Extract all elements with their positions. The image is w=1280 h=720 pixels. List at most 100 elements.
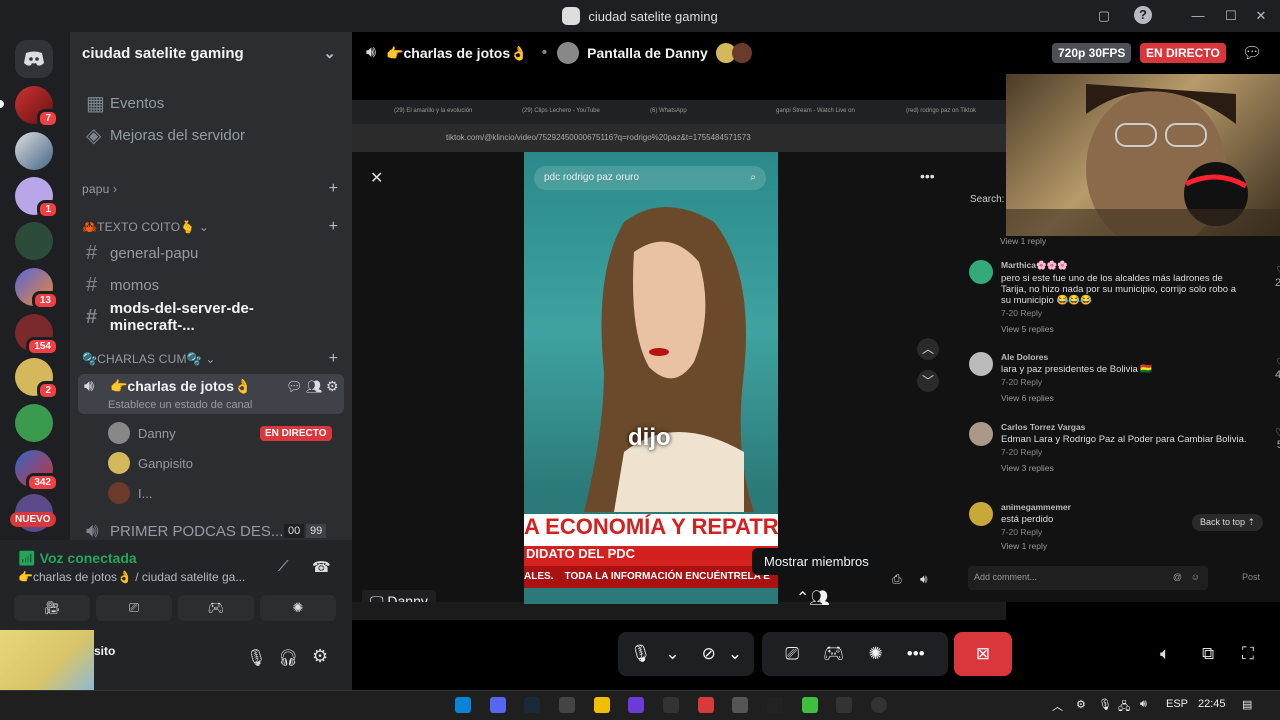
disconnect-icon[interactable]: ☎ — [312, 558, 331, 576]
obs-icon[interactable] — [871, 697, 887, 713]
chevron-up-icon[interactable]: ︿ — [917, 338, 939, 360]
guild-icon[interactable]: 154 — [15, 314, 59, 356]
stop-stream-button[interactable]: ⊠ — [954, 632, 1012, 676]
add-channel-icon[interactable]: + — [329, 350, 338, 368]
post-button[interactable]: Post — [1242, 572, 1260, 582]
settings-icon[interactable]: ⚙ — [326, 378, 339, 395]
voice-user[interactable]: I... — [108, 482, 152, 504]
add-channel-icon[interactable]: + — [329, 218, 338, 236]
screen-share-button[interactable]: ⎚ — [96, 595, 172, 621]
category-papu[interactable]: papu › — [82, 182, 117, 196]
voice-user[interactable]: Danny — [108, 422, 176, 444]
app-icon[interactable] — [767, 697, 783, 713]
active-voice-channel[interactable]: 🔊︎ 👉charlas de jotos👌 Establece un estad… — [78, 374, 344, 414]
comment-author[interactable]: Marthica🌸🌸🌸 — [1001, 260, 1247, 271]
microphone-icon[interactable]: 🎙︎ — [246, 648, 266, 668]
browser-tab[interactable]: (red) rodrigo paz on Tiktok — [906, 108, 976, 114]
inbox-icon[interactable]: ▢ — [1094, 6, 1114, 26]
browser-tab[interactable]: (6) WhatsApp — [650, 108, 687, 114]
channel-general-papu[interactable]: # general-papu — [78, 238, 344, 268]
reply-link[interactable]: Reply — [1020, 308, 1042, 318]
minimize-icon[interactable]: — — [1188, 6, 1208, 26]
guild-icon[interactable] — [15, 222, 53, 260]
tiktok-video[interactable]: pdc rodrigo paz oruro ⌕ dijo A ECONOMÍA Y… — [524, 152, 778, 604]
popout-icon[interactable]: ⧉ — [1202, 644, 1214, 664]
webcam-overlay[interactable] — [1006, 74, 1280, 236]
soundboard-button[interactable]: ✺ — [260, 595, 336, 621]
network-icon[interactable]: 🖧︎ — [1118, 698, 1130, 717]
app-icon[interactable] — [802, 697, 818, 713]
category-charlas[interactable]: 🫧CHARLAS CUM🫧 ⌄ — [82, 352, 216, 366]
events-row[interactable]: ▦ Eventos — [78, 88, 344, 118]
user-settings-icon[interactable]: ⚙ — [312, 646, 328, 667]
discord-home-button[interactable] — [15, 40, 53, 78]
app-icon[interactable] — [663, 697, 679, 713]
mic-control[interactable]: 🎙︎ ⌄ ⊘ ⌄ — [618, 632, 754, 676]
chat-icon[interactable]: 💬︎ — [286, 379, 303, 395]
volume-icon[interactable]: 🔈︎ — [1160, 644, 1170, 664]
guild-icon[interactable]: 342 — [15, 450, 59, 492]
help-icon[interactable]: ? — [1134, 6, 1152, 24]
chat-icon[interactable]: 💬︎ — [1242, 43, 1262, 63]
chevron-down-icon[interactable]: ⌄ — [665, 644, 679, 664]
like-button[interactable]: ♡46 — [1275, 356, 1280, 381]
view-replies-link[interactable]: View 1 reply — [1000, 236, 1046, 246]
guild-icon[interactable]: 13 — [15, 268, 59, 310]
app-icon[interactable] — [836, 697, 852, 713]
comment-author[interactable]: animegammemer — [1001, 502, 1247, 512]
comment-input[interactable]: Add comment... @ ☺ — [968, 566, 1208, 590]
clip-icon[interactable]: ⎙ — [892, 572, 902, 587]
reply-link[interactable]: Reply — [1020, 377, 1042, 387]
chevron-down-icon[interactable]: ﹀ — [917, 370, 939, 392]
like-button[interactable]: ♡23 — [1275, 264, 1280, 289]
maximize-icon[interactable]: ☐ — [1221, 6, 1241, 26]
close-icon[interactable]: ✕ — [370, 168, 383, 188]
comment-author[interactable]: Carlos Torrez Vargas — [1001, 422, 1247, 432]
guild-icon[interactable]: 1 — [15, 177, 59, 219]
volume-icon[interactable]: 🔊︎ — [920, 572, 928, 587]
app-icon[interactable] — [698, 697, 714, 713]
view-replies-link[interactable]: View 5 replies — [1001, 324, 1247, 334]
add-member-icon[interactable]: 👥︎ — [306, 379, 323, 395]
app-icon[interactable] — [628, 697, 644, 713]
guild-icon[interactable] — [15, 132, 53, 170]
game-controller-icon[interactable]: 🎮︎ — [823, 644, 845, 664]
like-button[interactable]: ♡ 5 — [1275, 426, 1280, 451]
add-channel-icon[interactable]: + — [329, 180, 338, 198]
view-replies-link[interactable]: View 3 replies — [1001, 463, 1247, 473]
back-to-top-button[interactable]: Back to top ⇡ — [1192, 514, 1264, 531]
boosts-row[interactable]: ◈ Mejoras del servidor — [78, 120, 344, 150]
tray-chevron-icon[interactable]: ︿ — [1052, 698, 1063, 714]
tiktok-search[interactable]: pdc rodrigo paz oruro ⌕ — [534, 166, 766, 190]
camera-toggle-button[interactable]: 🎥︎ — [14, 595, 90, 621]
address-bar[interactable]: tiktok.com/@klincio/video/75292450000675… — [352, 124, 1006, 152]
browser-tab[interactable]: (29) Clips Lechero - YouTube — [522, 108, 600, 114]
app-icon[interactable] — [559, 697, 575, 713]
more-icon[interactable]: ••• — [907, 644, 925, 664]
language-indicator[interactable]: ESP — [1166, 698, 1188, 710]
mic-tray-icon[interactable]: 🎙︎ — [1098, 698, 1112, 711]
guild-icon[interactable] — [15, 404, 53, 442]
channel-momos[interactable]: # momos — [78, 270, 344, 300]
app-icon[interactable] — [732, 697, 748, 713]
guild-icon[interactable]: 7 — [15, 86, 59, 128]
browser-tab[interactable]: (29) El amarillo y la evolución — [394, 108, 472, 114]
notifications-icon[interactable]: ▤ — [1242, 698, 1252, 711]
headphones-icon[interactable]: 🎧︎ — [278, 648, 298, 668]
browser-tab[interactable]: ganpi Stream - Watch Live on — [776, 108, 855, 114]
view-replies-link[interactable]: View 1 reply — [1001, 541, 1247, 551]
channel-mods[interactable]: # mods-del-server-de-minecraft-... — [78, 300, 344, 334]
more-icon[interactable]: ••• — [920, 168, 935, 184]
chevron-down-icon[interactable]: ⌄ — [728, 644, 742, 664]
voice-user[interactable]: Ganpisito — [108, 452, 193, 474]
reply-link[interactable]: Reply — [1020, 447, 1042, 457]
members-icon[interactable]: ⌃👥︎ — [796, 588, 830, 608]
close-window-icon[interactable]: ✕ — [1251, 6, 1271, 26]
view-replies-link[interactable]: View 6 replies — [1001, 393, 1247, 403]
clock[interactable]: 22:45 — [1198, 698, 1226, 710]
mention-icon[interactable]: @ — [1173, 572, 1182, 582]
noise-suppression-icon[interactable]: ⟋ — [278, 558, 289, 575]
steam-icon[interactable] — [524, 697, 540, 713]
screen-share-icon[interactable]: ⎚ — [785, 644, 799, 664]
reply-link[interactable]: Reply — [1020, 527, 1042, 537]
